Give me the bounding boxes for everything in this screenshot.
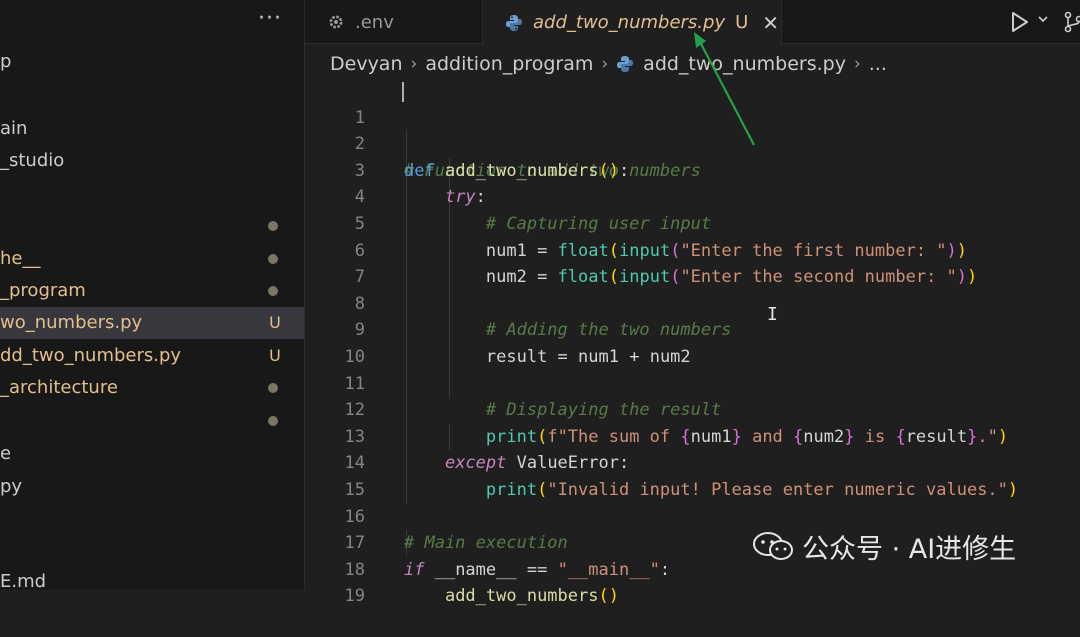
explorer-item[interactable]: _program — [0, 275, 305, 307]
explorer-item[interactable]: _architecture — [0, 372, 305, 404]
modified-dot-icon — [268, 254, 278, 264]
chevron-down-icon[interactable] — [1037, 13, 1049, 25]
more-actions-icon[interactable]: ··· — [258, 6, 282, 31]
explorer-item[interactable]: p — [0, 46, 305, 78]
explorer-item-selected[interactable]: wo_numbers.py U — [0, 307, 305, 339]
explorer-item-label: _studio — [0, 145, 64, 177]
code-line: 9 result = num1 + num2 — [305, 291, 1080, 318]
explorer-item-label: ain — [0, 113, 27, 145]
close-icon[interactable]: ✕ — [762, 11, 779, 35]
explorer-item[interactable]: e — [0, 438, 305, 470]
code-editor[interactable]: 1 # Function to add two numbers 2 def ad… — [305, 78, 1080, 590]
watermark-text: 公众号 · AI进修生 — [802, 527, 1016, 566]
code-token: add_two_numbers — [445, 586, 599, 606]
explorer-item-label: p — [0, 46, 11, 78]
code-line: 6 num2 = float(input("Enter the second n… — [305, 211, 1080, 238]
tab-env[interactable]: .env — [305, 0, 482, 44]
modified-dot-icon — [268, 416, 278, 426]
explorer-item[interactable]: E.md — [0, 566, 305, 590]
untracked-status: U — [268, 340, 282, 372]
breadcrumb-item[interactable]: addition_program — [425, 53, 593, 75]
untracked-status: U — [268, 307, 282, 339]
explorer-item[interactable] — [0, 210, 305, 242]
modified-dot-icon — [268, 286, 278, 296]
python-icon — [505, 14, 523, 32]
explorer-item-label: he__ — [0, 243, 40, 275]
explorer-item[interactable]: he__ — [0, 243, 305, 275]
explorer-item-label: dd_two_numbers.py — [0, 340, 181, 372]
code-line: 5 num1 = float(input("Enter the first nu… — [305, 184, 1080, 211]
wechat-icon — [752, 531, 794, 561]
explorer-item-label: e — [0, 438, 11, 470]
explorer-sidebar: ··· p ain _studio he__ _program wo_numbe… — [0, 0, 305, 590]
run-icon[interactable] — [1009, 10, 1031, 34]
text-cursor — [402, 82, 404, 102]
code-token: () — [598, 586, 618, 606]
explorer-item-label: _program — [0, 275, 86, 307]
explorer-item-label: E.md — [0, 566, 46, 590]
breadcrumb-separator: › — [854, 54, 861, 74]
breadcrumb: Devyan › addition_program › add_two_numb… — [330, 50, 887, 78]
breadcrumb-item[interactable]: Devyan — [330, 53, 403, 75]
code-line: 10 — [305, 317, 1080, 344]
gear-icon — [327, 13, 345, 31]
source-control-icon[interactable] — [1063, 10, 1080, 34]
watermark: 公众号 · AI进修生 — [752, 526, 1016, 566]
explorer-item-label: _architecture — [0, 372, 118, 404]
code-line: 11 # Displaying the result — [305, 344, 1080, 371]
explorer-item-label: py — [0, 471, 22, 503]
explorer-item[interactable]: py — [0, 471, 305, 503]
annotation-arrow-icon — [690, 30, 760, 150]
tab-label: .env — [355, 12, 394, 33]
breadcrumb-separator: › — [411, 54, 418, 74]
explorer-item[interactable] — [0, 405, 305, 437]
code-line: 13 except ValueError: — [305, 397, 1080, 424]
explorer-item-label: wo_numbers.py — [0, 307, 142, 339]
code-line: 15 — [305, 450, 1080, 477]
breadcrumb-separator: › — [601, 54, 608, 74]
code-line: 14 print("Invalid input! Please enter nu… — [305, 424, 1080, 451]
explorer-item[interactable]: ain — [0, 113, 305, 145]
modified-dot-icon — [268, 221, 278, 231]
i-beam-cursor-icon: I — [767, 304, 778, 325]
code-line: 7 — [305, 238, 1080, 265]
explorer-item[interactable]: _studio — [0, 145, 305, 177]
explorer-item[interactable]: dd_two_numbers.py U — [0, 340, 305, 372]
code-line: 12 print(f"The sum of {num1} and {num2} … — [305, 371, 1080, 398]
modified-dot-icon — [268, 383, 278, 393]
line-number: 19 — [305, 583, 365, 610]
breadcrumb-item[interactable]: ... — [869, 53, 887, 75]
code-line: 4 # Capturing user input — [305, 158, 1080, 185]
code-line: 16 # Main execution — [305, 477, 1080, 504]
python-icon — [616, 55, 634, 73]
code-line: 8 # Adding the two numbers — [305, 264, 1080, 291]
